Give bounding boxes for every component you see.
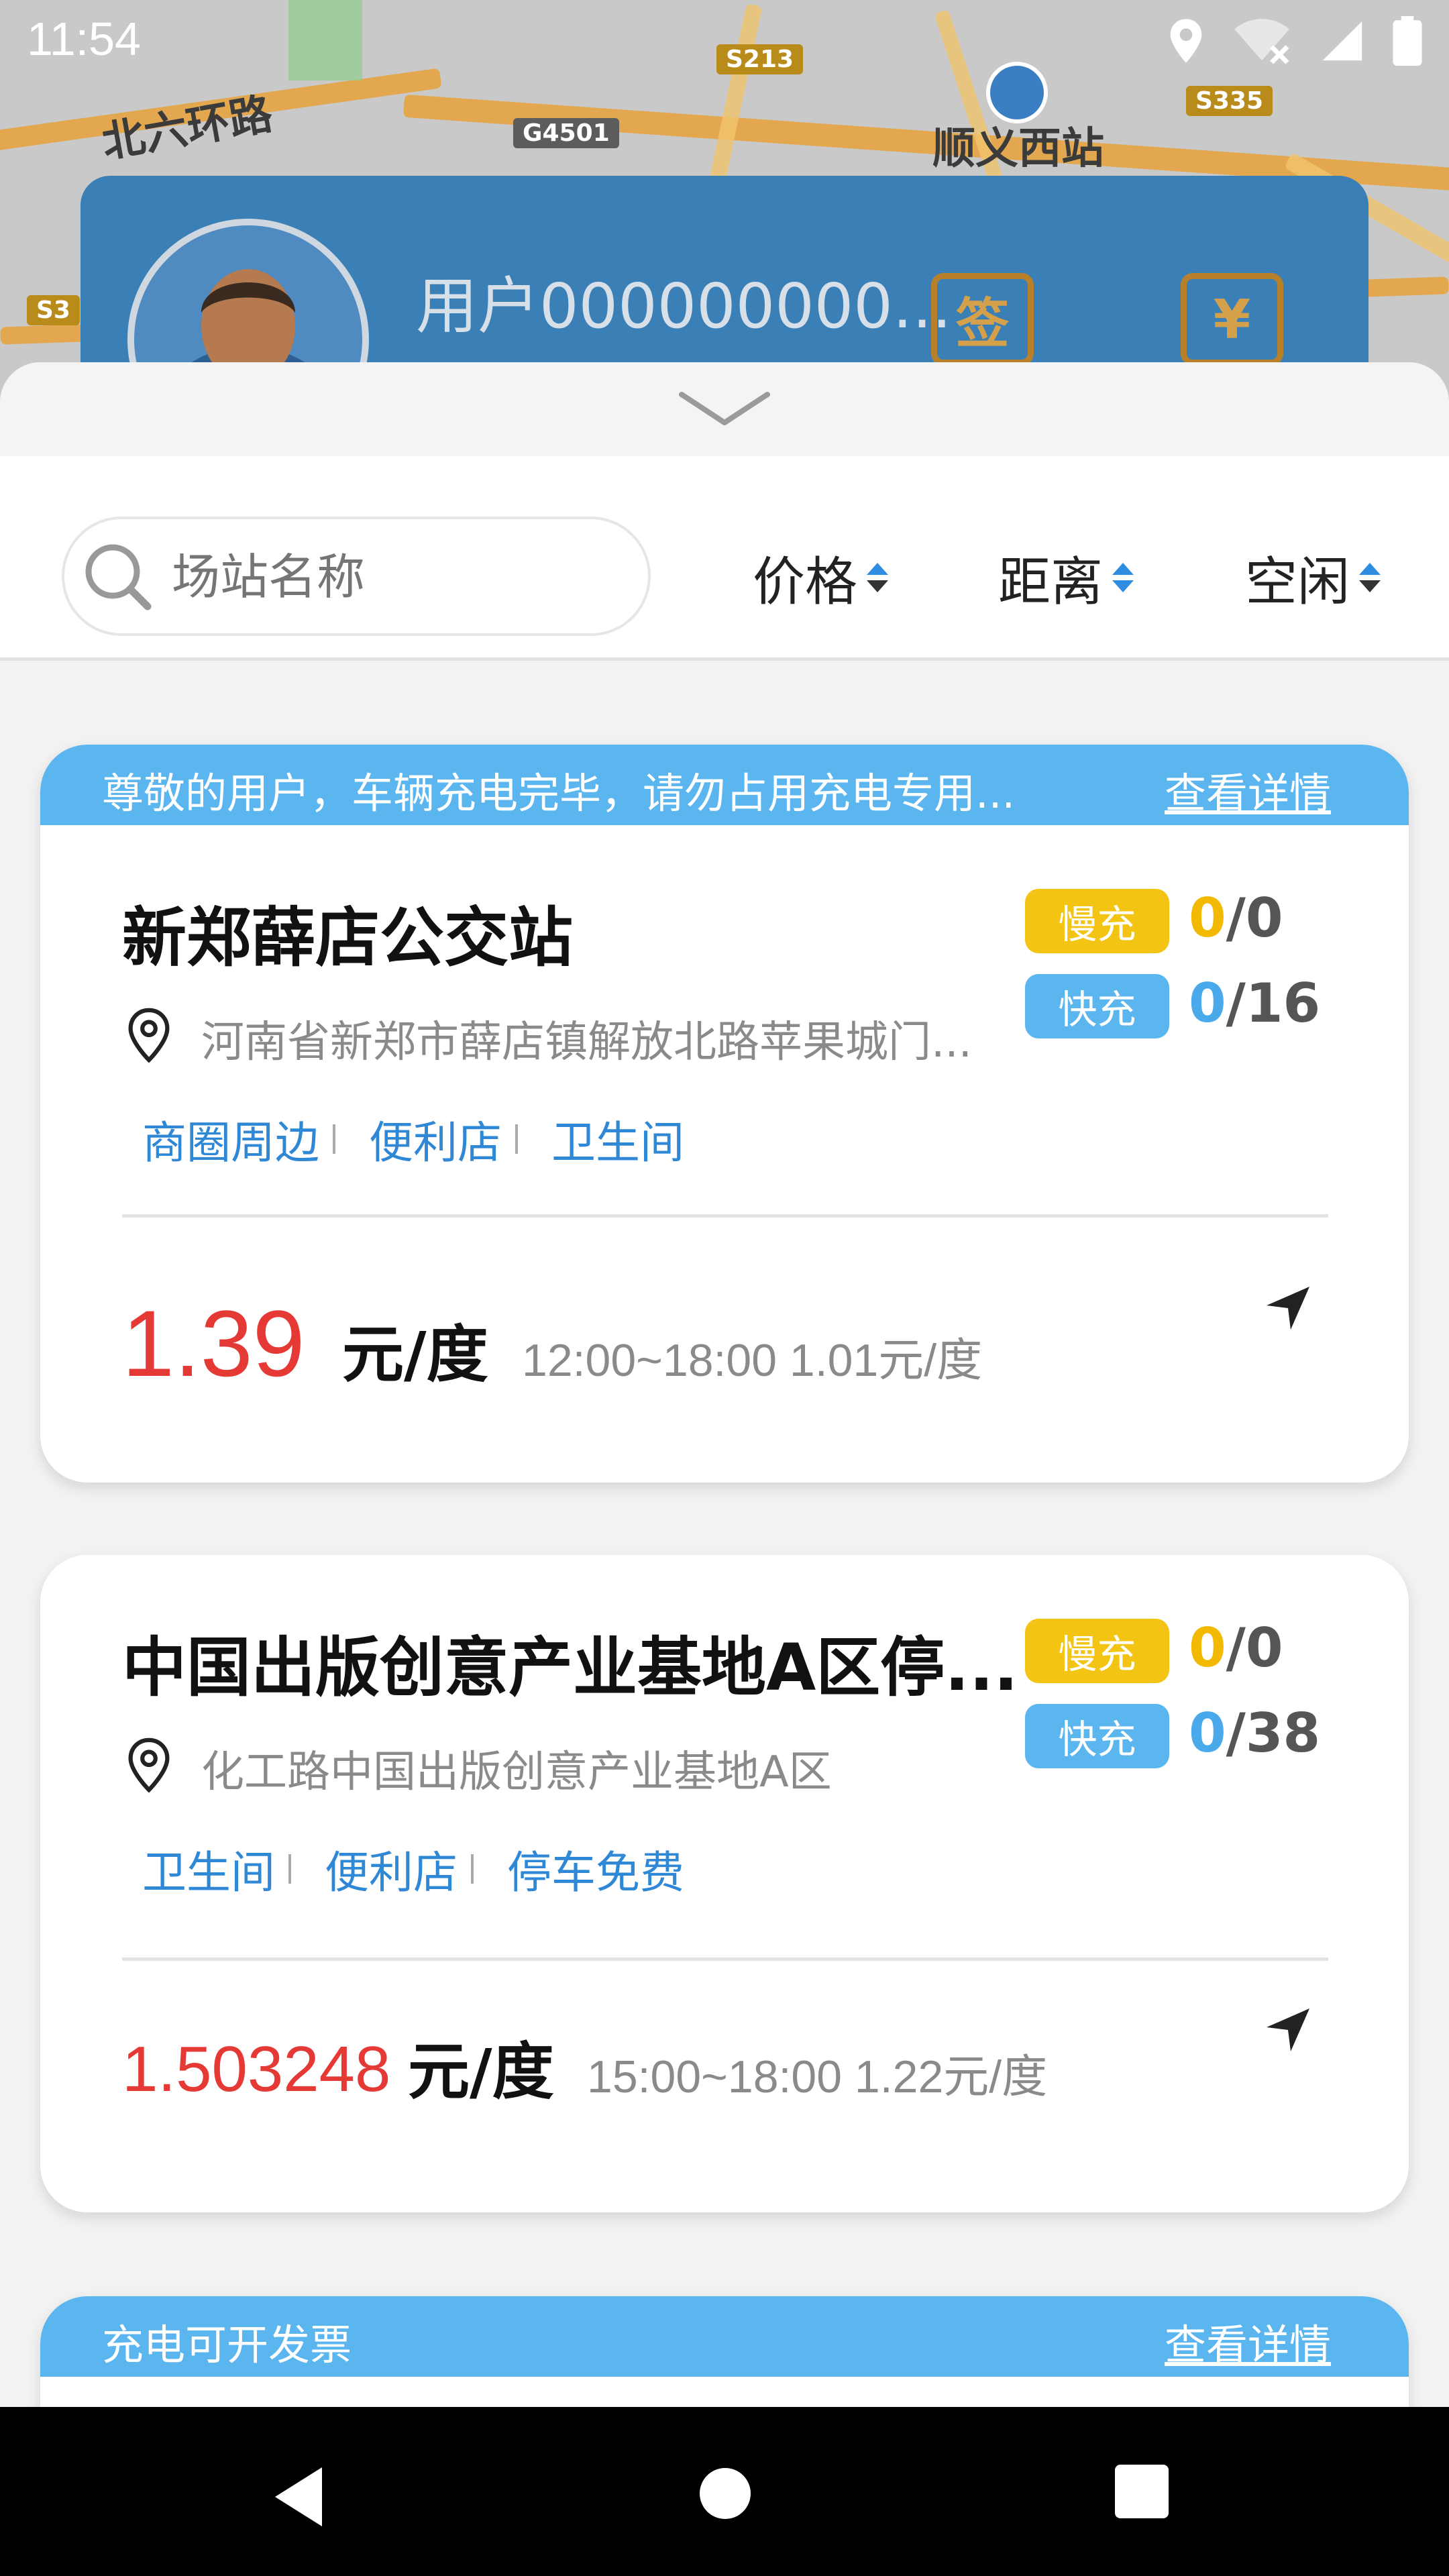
chevron-down-icon[interactable] — [678, 389, 771, 429]
notice-bar: 充电可开发票 查看详情 — [40, 2296, 1409, 2377]
search-input[interactable] — [172, 549, 628, 605]
station-tag: 商圈周边 — [142, 1117, 319, 1169]
sign-in-icon[interactable]: 签 — [931, 273, 1034, 366]
station-list-sheet: 价格 距离 空闲 尊敬的用户，车辆充电完毕，请勿占用充电专用... 查看详情 新… — [0, 362, 1449, 2407]
wallet-icon[interactable]: ¥ — [1181, 273, 1283, 366]
station-address: 河南省新郑市薛店镇解放北路苹果城门... — [201, 1018, 973, 1067]
station-name: 新郑薛店公交站 — [122, 900, 573, 975]
recents-icon[interactable] — [1114, 2463, 1170, 2520]
fast-charge-badge: 快充 — [1025, 1704, 1169, 1768]
station-address: 化工路中国出版创意产业基地A区 — [201, 1748, 832, 1797]
station-tag: 卫生间 — [551, 1117, 684, 1169]
card-divider — [122, 1957, 1328, 1961]
slow-charge-badge: 慢充 — [1025, 1619, 1169, 1683]
username: 用户000000000... — [416, 270, 952, 342]
station-tag: 卫生间 — [142, 1847, 275, 1898]
station-card[interactable]: 中国出版创意产业基地A区停... 化工路中国出版创意产业基地A区 卫生间 便利店… — [40, 1555, 1409, 2212]
tag-divider — [333, 1124, 335, 1154]
sort-distance-button[interactable]: 距离 — [998, 540, 1134, 615]
price-unit: 元/度 — [408, 2036, 554, 2108]
tag-divider — [288, 1854, 291, 1884]
sort-distance-label: 距离 — [998, 552, 1104, 612]
tag-divider — [515, 1124, 518, 1154]
user-card[interactable]: 用户000000000... 签 ¥ — [80, 176, 1368, 460]
station-tag: 便利店 — [369, 1117, 502, 1169]
sort-price-label: 价格 — [753, 552, 858, 612]
location-status-icon — [1170, 19, 1202, 63]
price-unit: 元/度 — [342, 1319, 488, 1391]
price-value: 1.503248 — [122, 2033, 391, 2105]
slow-charge-badge: 慢充 — [1025, 889, 1169, 953]
slow-charge-count: 0/0 — [1189, 1617, 1283, 1679]
notice-bar: 尊敬的用户，车辆充电完毕，请勿占用充电专用... 查看详情 — [40, 745, 1409, 825]
station-tags: 商圈周边 便利店 卫生间 — [142, 1107, 684, 1171]
signal-icon — [1322, 21, 1362, 61]
status-time: 11:54 — [27, 13, 141, 65]
notice-text: 充电可开发票 — [102, 2320, 352, 2369]
home-icon[interactable] — [695, 2463, 755, 2524]
sort-price-button[interactable]: 价格 — [753, 540, 889, 615]
station-card[interactable]: 尊敬的用户，车辆充电完毕，请勿占用充电专用... 查看详情 新郑薛店公交站 河南… — [40, 745, 1409, 1483]
fast-charge-count: 0/16 — [1189, 972, 1321, 1034]
sort-idle-label: 空闲 — [1245, 552, 1350, 612]
price-period: 12:00~18:00 1.01元/度 — [522, 1335, 983, 1386]
sort-idle-button[interactable]: 空闲 — [1245, 540, 1381, 615]
back-icon[interactable] — [268, 2463, 329, 2530]
battery-icon — [1393, 16, 1422, 66]
fast-charge-count: 0/38 — [1189, 1702, 1321, 1764]
station-tags: 卫生间 便利店 停车免费 — [142, 1837, 684, 1901]
search-icon — [85, 544, 152, 610]
sheet-handle[interactable] — [0, 362, 1449, 456]
view-details-link[interactable]: 查看详情 — [1165, 2311, 1331, 2371]
price-value: 1.39 — [122, 1291, 305, 1396]
station-tag: 便利店 — [325, 1847, 458, 1898]
station-card[interactable]: 充电可开发票 查看详情 — [40, 2296, 1409, 2407]
price-period: 15:00~18:00 1.22元/度 — [587, 2051, 1048, 2102]
sort-arrows-icon — [1359, 563, 1381, 592]
location-pin-icon — [128, 1737, 170, 1793]
map-label-road: 北六环路 — [98, 89, 276, 168]
filter-bar: 价格 距离 空闲 — [0, 456, 1449, 661]
sort-arrows-icon — [867, 563, 889, 592]
status-bar: 11:54 — [0, 0, 1449, 87]
slow-charge-count: 0/0 — [1189, 887, 1283, 949]
system-nav-bar — [0, 2407, 1449, 2576]
status-icons — [1167, 16, 1422, 66]
location-pin-icon — [128, 1008, 170, 1063]
highway-label: S335 — [1186, 86, 1273, 116]
tag-divider — [471, 1854, 474, 1884]
view-details-link[interactable]: 查看详情 — [1165, 759, 1331, 820]
search-box[interactable] — [62, 517, 651, 636]
station-tag: 停车免费 — [507, 1847, 684, 1898]
navigation-icon[interactable] — [1261, 1281, 1315, 1335]
highway-label: S3 — [27, 295, 80, 325]
station-list[interactable]: 尊敬的用户，车辆充电完毕，请勿占用充电专用... 查看详情 新郑薛店公交站 河南… — [0, 661, 1449, 2407]
station-name: 中国出版创意产业基地A区停... — [122, 1630, 1018, 1705]
highway-label: G4501 — [513, 118, 619, 148]
sort-arrows-icon — [1112, 563, 1134, 592]
notice-text: 尊敬的用户，车辆充电完毕，请勿占用充电专用... — [102, 769, 1016, 818]
card-divider — [122, 1214, 1328, 1218]
navigation-icon[interactable] — [1261, 2003, 1315, 2057]
wifi-off-icon — [1234, 19, 1289, 64]
fast-charge-badge: 快充 — [1025, 974, 1169, 1038]
